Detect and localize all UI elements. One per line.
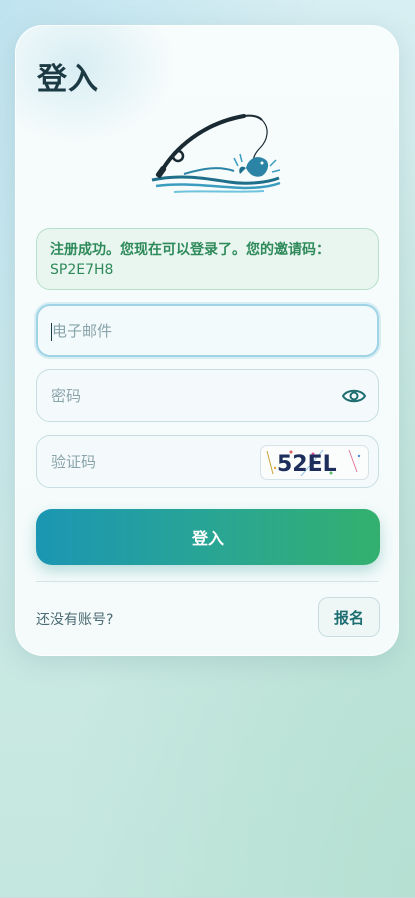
captcha-text: 52EL <box>277 452 337 477</box>
success-alert: 注册成功。您现在可以登录了。您的邀请码： SP2E7H8 <box>36 228 379 290</box>
email-field[interactable] <box>36 304 379 357</box>
password-input[interactable] <box>51 370 311 421</box>
captcha-input[interactable] <box>51 436 251 487</box>
captcha-image[interactable]: 52EL <box>260 445 369 480</box>
login-button[interactable]: 登入 <box>36 509 380 565</box>
alert-message: 注册成功。您现在可以登录了。您的邀请码： <box>50 242 330 258</box>
no-account-text: 还没有账号? <box>36 612 114 628</box>
captcha-graphic: 52EL <box>266 449 361 477</box>
divider <box>36 581 379 582</box>
eye-icon[interactable] <box>342 386 366 406</box>
page-title: 登入 <box>37 62 99 97</box>
email-input[interactable] <box>52 306 312 355</box>
fishing-logo-icon <box>151 114 281 193</box>
login-card: 登入 注册成功。您现在可以登录了。您的邀请码： SP2E7H8 电子邮件 验证码… <box>15 25 399 656</box>
captcha-field[interactable]: 52EL <box>36 435 379 488</box>
password-field[interactable] <box>36 369 379 422</box>
invite-code: SP2E7H8 <box>50 262 114 278</box>
signup-button[interactable]: 报名 <box>318 597 380 637</box>
